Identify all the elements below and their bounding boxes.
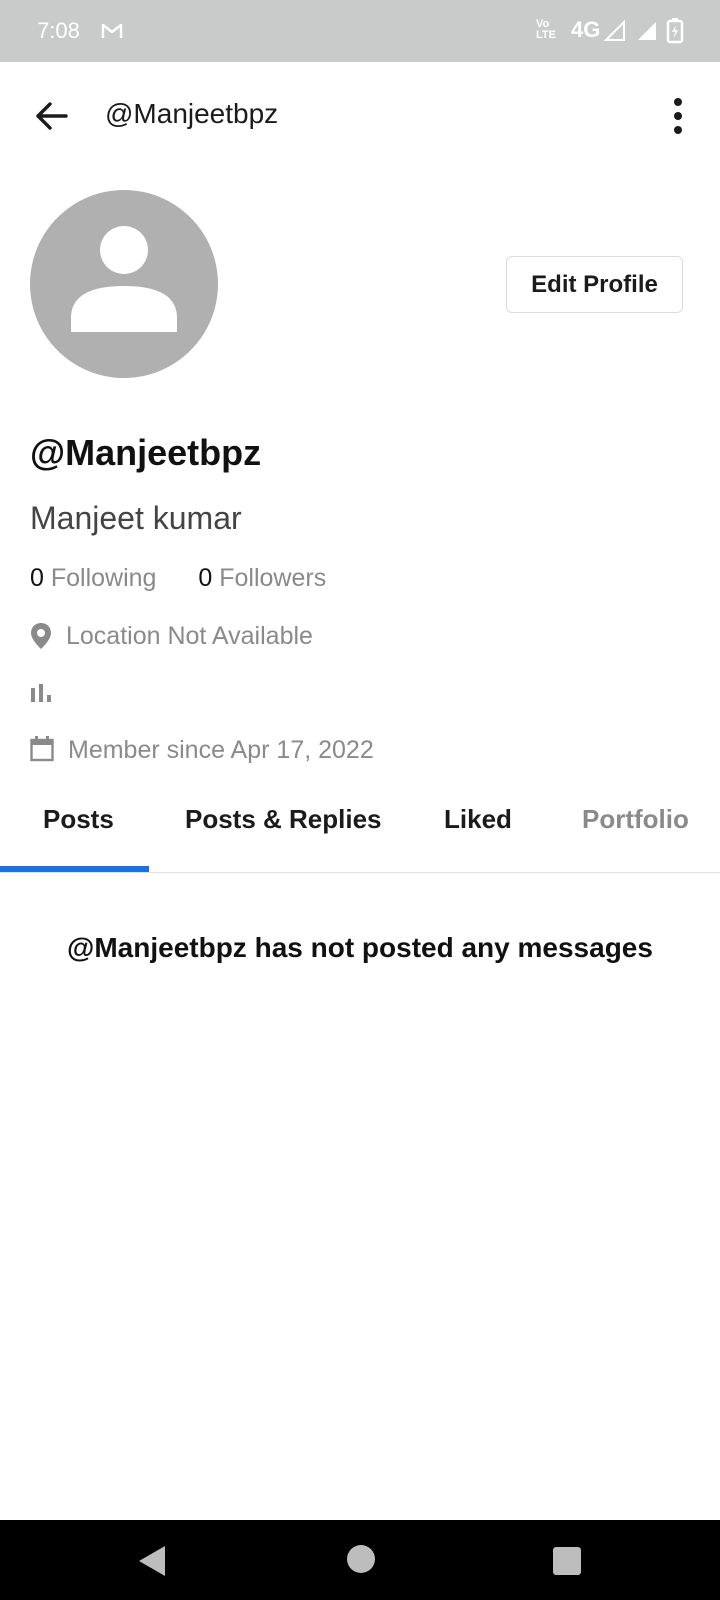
following-stat[interactable]: 0 Following <box>30 564 156 592</box>
status-bar: 7:08 Vo LTE 4G <box>0 0 720 62</box>
system-nav-bar <box>0 1520 720 1600</box>
avatar[interactable] <box>30 190 218 378</box>
following-count: 0 <box>30 564 44 592</box>
location-pin-icon <box>30 622 52 657</box>
followers-label: Followers <box>219 564 327 592</box>
tab-portfolio[interactable]: Portfolio <box>582 804 689 835</box>
location-text: Location Not Available <box>66 622 313 650</box>
tab-posts[interactable]: Posts <box>43 804 114 835</box>
nav-home-icon[interactable] <box>346 1544 376 1579</box>
back-arrow-icon[interactable] <box>30 94 74 138</box>
profile-handle: @Manjeetbpz <box>30 432 262 473</box>
status-time: 7:08 <box>37 18 80 43</box>
empty-state-message: @Manjeetbpz has not posted any messages <box>67 932 653 963</box>
tab-posts-replies[interactable]: Posts & Replies <box>185 804 382 835</box>
gmail-notification-icon <box>101 20 123 46</box>
bar-chart-icon[interactable] <box>30 682 52 711</box>
member-since-text: Member since Apr 17, 2022 <box>68 736 374 764</box>
followers-stat[interactable]: 0 Followers <box>198 564 326 592</box>
app-bar-title: @Manjeetbpz <box>105 98 279 129</box>
calendar-icon <box>30 736 54 769</box>
nav-back-icon[interactable] <box>136 1544 168 1583</box>
follow-stats: 0 Following 0 Followers <box>30 564 326 593</box>
more-options-icon[interactable] <box>660 94 696 138</box>
network-type: 4G <box>571 17 601 42</box>
active-tab-indicator <box>0 866 149 872</box>
profile-tabs: Posts Posts & Replies Liked Portfolio <box>0 788 720 873</box>
following-label: Following <box>50 564 157 592</box>
edit-profile-button[interactable]: Edit Profile <box>506 256 683 313</box>
battery-charging-icon <box>666 18 684 50</box>
followers-count: 0 <box>198 564 213 592</box>
volte-indicator: Vo LTE <box>536 18 556 41</box>
nav-recents-icon[interactable] <box>552 1546 582 1581</box>
signal-icon-2 <box>636 20 658 48</box>
tab-liked[interactable]: Liked <box>444 804 512 835</box>
signal-icon <box>603 19 626 48</box>
app-bar: @Manjeetbpz <box>0 62 720 168</box>
profile-full-name: Manjeet kumar <box>30 500 242 536</box>
